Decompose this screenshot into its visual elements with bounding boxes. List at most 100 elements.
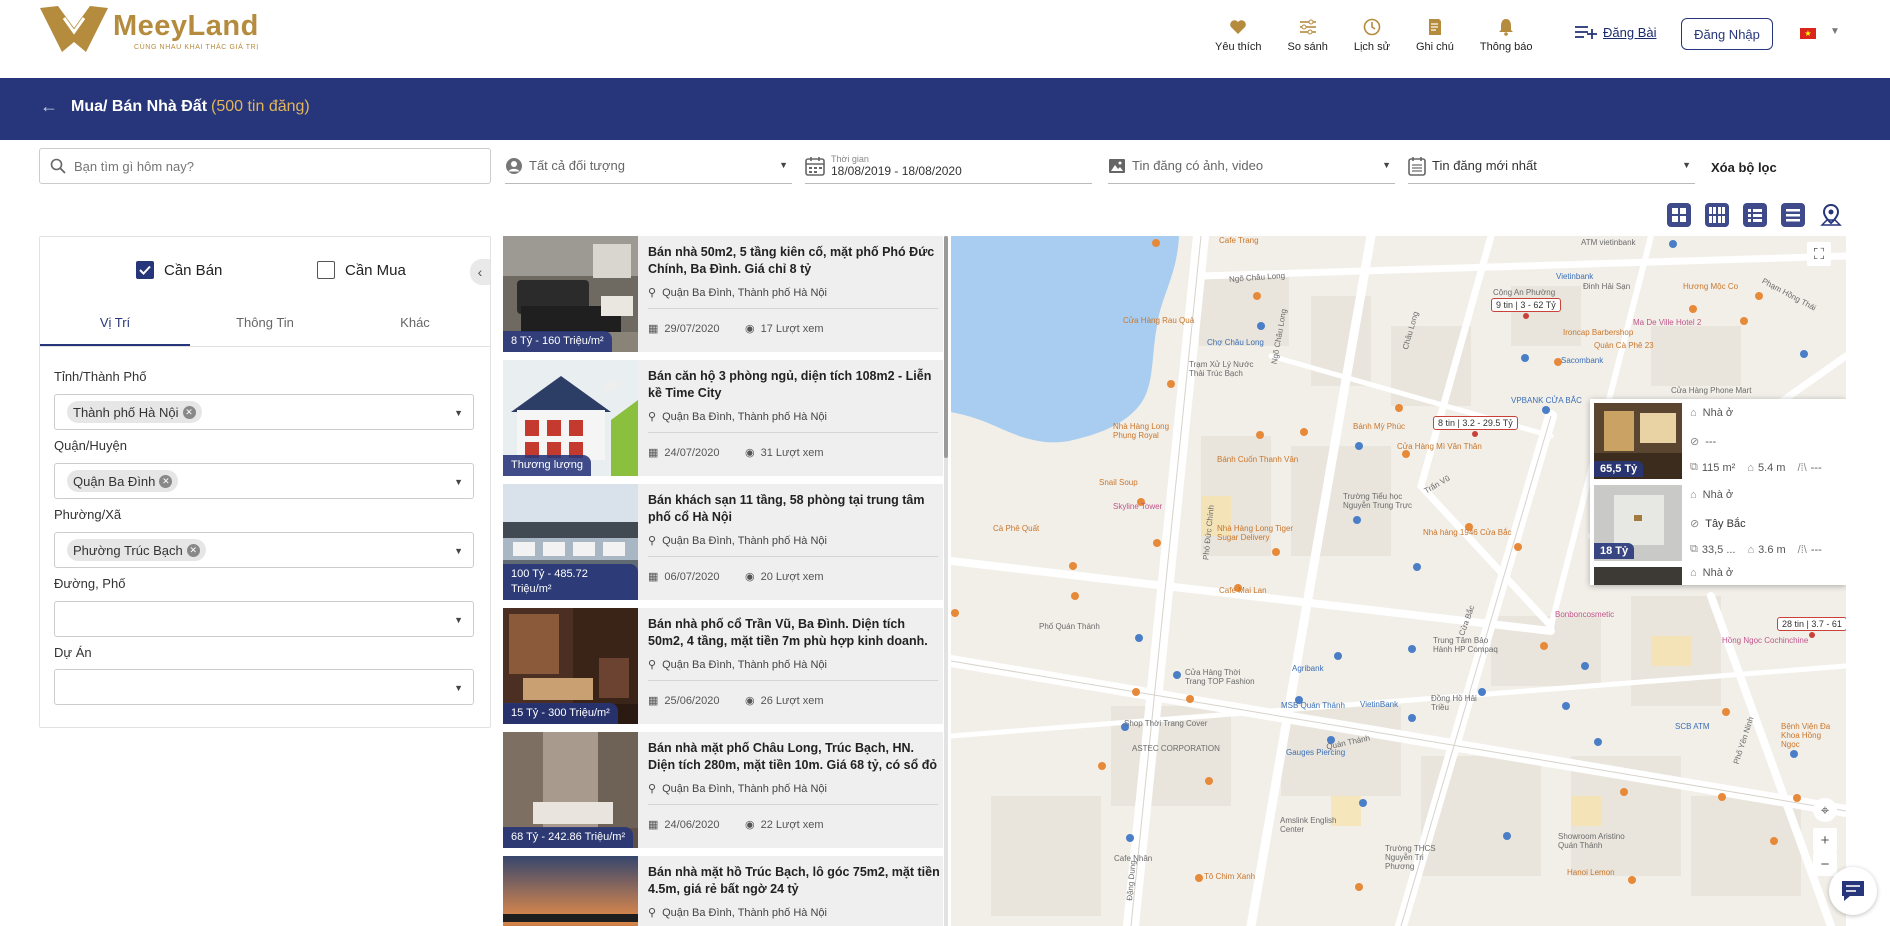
remove-chip-icon[interactable]: ✕ [159, 474, 173, 488]
listing-thumbnail[interactable]: 100 Tỷ - 485.72 Triệu/m² [503, 484, 638, 600]
map-cluster-marker[interactable]: 9 tin | 3 - 62 Tỷ [1491, 298, 1561, 319]
sort-filter[interactable]: Tin đăng mới nhất ▼ [1408, 148, 1695, 184]
grid-small-view-icon[interactable] [1704, 202, 1730, 228]
listing-date-text: 25/06/2020 [664, 694, 720, 707]
logo[interactable]: MeeyLand CÙNG NHAU KHAI THÁC GIÁ TRỊ [38, 2, 278, 58]
sort-list-icon [1408, 156, 1426, 176]
map-poi-label: Bánh Cuốn Thanh Vân [1217, 455, 1299, 464]
remove-chip-icon[interactable]: ✕ [186, 543, 200, 557]
add-list-icon [1575, 26, 1597, 39]
chevron-down-icon[interactable]: ▼ [1830, 26, 1840, 37]
fullscreen-icon[interactable]: ⛶ [1807, 242, 1831, 266]
audience-value: Tất cả đối tượng [529, 158, 625, 173]
district-select[interactable]: Quận Ba Đình ✕ ▼ [54, 463, 474, 499]
map-poi-label: Cafe Mai Lan [1219, 586, 1267, 595]
page-title: Mua/ Bán Nhà Đất (500 tin đăng) [71, 98, 310, 116]
map-poi-label: Ma De Ville Hotel 2 [1633, 318, 1702, 327]
listing-title[interactable]: Bán nhà mặt phố Châu Long, Trúc Bạch, HN… [648, 740, 940, 774]
listing-price: 68 Tỷ - 242.86 Triệu/m² [503, 827, 634, 848]
map-poi-label: SCB ATM [1675, 722, 1710, 731]
vietnam-flag-icon[interactable]: ★ [1800, 28, 1816, 39]
popup-type: ⌂ Nhà ở [1690, 567, 1733, 579]
remove-chip-icon[interactable]: ✕ [182, 405, 196, 419]
grid-large-view-icon[interactable] [1666, 202, 1692, 228]
street-select[interactable]: ▼ [54, 601, 474, 637]
listing-card[interactable]: 15 Tỷ - 300 Triệu/m² Bán nhà phố cổ Trần… [503, 608, 943, 724]
list-view-icon[interactable] [1742, 202, 1768, 228]
popup-thumbnail[interactable]: 18 Tỷ [1594, 485, 1682, 561]
tab-location[interactable]: Vị Trí [40, 299, 190, 346]
popup-thumbnail[interactable]: 65,5 Tỷ [1594, 403, 1682, 479]
chat-button[interactable] [1829, 867, 1877, 915]
project-select[interactable]: ▼ [54, 669, 474, 705]
map-poi-label: Trường Tiểu học Nguyễn Trung Trực [1343, 492, 1412, 510]
page-title-text: Mua/ Bán Nhà Đất [71, 98, 208, 115]
listing-card[interactable]: Bán nhà mặt hồ Trúc Bạch, lô góc 75m2, m… [503, 856, 943, 926]
nav-notes[interactable]: Ghi chú [1416, 16, 1454, 53]
province-chip: Thành phố Hà Nội ✕ [67, 401, 202, 423]
map-view-icon[interactable] [1818, 202, 1844, 228]
tab-info[interactable]: Thông Tin [190, 299, 340, 346]
media-filter[interactable]: Tin đăng có ảnh, video ▼ [1108, 148, 1395, 184]
login-button[interactable]: Đăng Nhập [1681, 18, 1773, 50]
listing-card[interactable]: 8 Tỷ - 160 Triệu/m² Bán nhà 50m2, 5 tầng… [503, 236, 943, 352]
map-cluster-marker[interactable]: 28 tin | 3.7 - 61 [1777, 617, 1846, 638]
listing-thumbnail[interactable]: 8 Tỷ - 160 Triệu/m² [503, 236, 638, 352]
buy-checkbox[interactable]: Cần Mua [317, 261, 406, 279]
listing-thumbnail[interactable]: 15 Tỷ - 300 Triệu/m² [503, 608, 638, 724]
nav-notifications[interactable]: Thông báo [1480, 16, 1533, 53]
listing-card[interactable]: 68 Tỷ - 242.86 Triệu/m² Bán nhà mặt phố … [503, 732, 943, 848]
listing-thumbnail[interactable]: Thương lượng [503, 360, 638, 476]
listing-card[interactable]: 100 Tỷ - 485.72 Triệu/m² Bán khách sạn 1… [503, 484, 943, 600]
zoom-out-button[interactable]: − [1813, 852, 1837, 876]
listing-title[interactable]: Bán nhà 50m2, 5 tầng kiên cố, mặt phố Ph… [648, 244, 940, 278]
listing-location-text: Quận Ba Đình, Thành phố Hà Nội [662, 410, 827, 423]
listing-thumbnail[interactable]: 68 Tỷ - 242.86 Triệu/m² [503, 732, 638, 848]
listing-thumbnail[interactable] [503, 856, 638, 926]
province-select[interactable]: Thành phố Hà Nội ✕ ▼ [54, 394, 474, 430]
heart-icon [1227, 16, 1249, 38]
area-icon: ⧉ [1690, 461, 1698, 473]
map-view[interactable]: Cafe Trang Ngõ Châu Long Cửa Hàng Rau Qu… [951, 236, 1846, 926]
nav-compare[interactable]: So sánh [1287, 16, 1328, 53]
map-poi-label: Skyline Tower [1113, 502, 1163, 511]
listing-card[interactable]: Thương lượng Bán căn hộ 3 phòng ngủ, diệ… [503, 360, 943, 476]
listing-scrollbar[interactable] [944, 236, 948, 926]
map-poi-label: Đồng Hồ Hải Triều [1431, 694, 1477, 712]
popup-property-item[interactable]: 18 Tỷ ⌂ Nhà ở ⊘ Tây Bắc ⧉ 33,5 ... ⌂ 3.6 m /… [1590, 481, 1846, 563]
listing-title[interactable]: Bán khách sạn 11 tầng, 58 phòng tại trun… [648, 492, 940, 526]
compact-list-view-icon[interactable] [1780, 202, 1806, 228]
sort-value: Tin đăng mới nhất [1432, 158, 1537, 173]
ward-select[interactable]: Phường Trúc Bạch ✕ ▼ [54, 532, 474, 568]
search-input[interactable] [74, 158, 454, 174]
post-listing-button[interactable]: Đăng Bài [1575, 24, 1656, 40]
popup-property-item[interactable]: ⌂ Nhà ở [1590, 563, 1846, 585]
back-arrow-icon[interactable]: ← [40, 96, 58, 117]
zoom-in-button[interactable]: + [1813, 828, 1837, 852]
map-cluster-marker[interactable]: 8 tin | 3.2 - 29.5 Tỷ [1433, 416, 1518, 437]
view-mode-toolbar [1666, 202, 1856, 228]
compass-icon: ⊘ [1690, 436, 1700, 448]
nav-favorites[interactable]: Yêu thích [1215, 16, 1261, 53]
map-poi-label: Cà Phê Quất [993, 524, 1040, 533]
audience-filter[interactable]: Tất cả đối tượng ▼ [505, 148, 792, 184]
eye-icon: ◉ [745, 447, 755, 459]
search-box [39, 148, 491, 184]
listing-title[interactable]: Bán căn hộ 3 phòng ngủ, diện tích 108m2 … [648, 368, 940, 402]
collapse-panel-button[interactable]: ‹ [470, 259, 490, 285]
popup-thumbnail[interactable] [1594, 567, 1682, 585]
scrollbar-thumb[interactable] [944, 236, 948, 458]
listing-title[interactable]: Bán nhà phố cổ Trần Vũ, Ba Đình. Diện tí… [648, 616, 940, 650]
sell-checkbox[interactable]: Cần Bán [136, 261, 222, 279]
nav-history[interactable]: Lịch sử [1354, 16, 1390, 53]
tab-other[interactable]: Khác [340, 299, 490, 346]
divider [648, 432, 938, 433]
my-location-icon[interactable]: ⌖ [1813, 798, 1837, 822]
listing-title[interactable]: Bán nhà mặt hồ Trúc Bạch, lô góc 75m2, m… [648, 864, 940, 898]
popup-property-item[interactable]: 65,5 Tỷ ⌂ Nhà ở ⊘ --- ⧉ 115 m² ⌂ 5.4 m /⁞\ --… [1590, 399, 1846, 481]
filter-panel: Cần Bán Cần Mua ‹ Vị Trí Thông Tin Khác … [39, 236, 491, 728]
time-filter[interactable]: Thời gian 18/08/2019 - 18/08/2020 [805, 148, 1092, 184]
clear-filters-button[interactable]: Xóa bộ lọc [1711, 160, 1777, 175]
user-icon [506, 157, 522, 174]
listing-views: ◉ 17 Lượt xem [745, 322, 824, 336]
